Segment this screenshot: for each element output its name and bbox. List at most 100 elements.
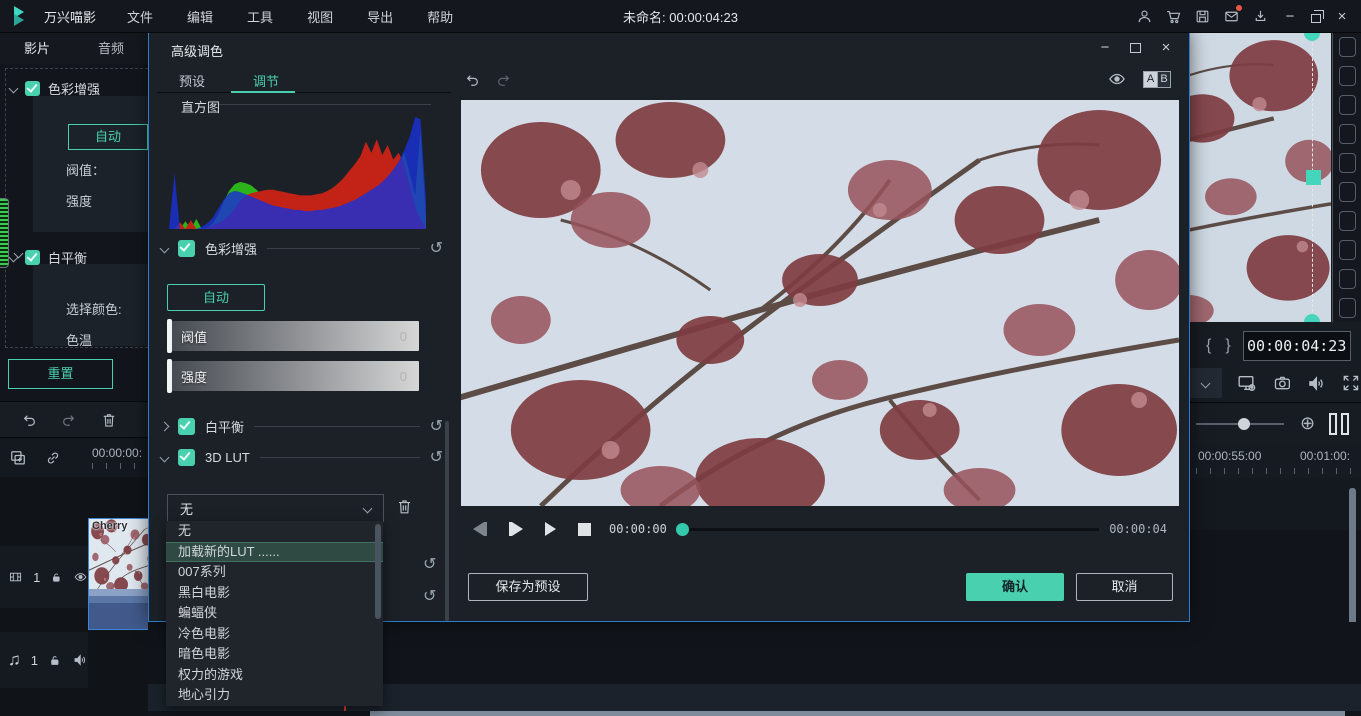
store-cart-icon[interactable] — [1165, 8, 1182, 25]
white-balance-label: 白平衡 — [205, 417, 244, 436]
dialog-minimize-button[interactable]: − — [1096, 39, 1114, 56]
redo-icon[interactable] — [495, 71, 513, 89]
menu-export[interactable]: 导出 — [350, 7, 410, 26]
chevron-right-icon[interactable] — [160, 422, 170, 432]
white-balance-checkbox[interactable] — [25, 250, 40, 265]
reset-icon[interactable]: ↺ — [430, 242, 443, 256]
auto-button[interactable]: 自动 — [167, 284, 265, 311]
left-auto-button[interactable]: 自动 — [68, 124, 148, 150]
speaker-icon[interactable] — [72, 651, 88, 669]
mark-out-icon[interactable]: } — [1225, 337, 1230, 355]
menu-tools[interactable]: 工具 — [230, 7, 290, 26]
color-enhance-checkbox[interactable] — [25, 81, 40, 96]
menu-view[interactable]: 视图 — [290, 7, 350, 26]
zoom-in-icon[interactable]: ⊕ — [1300, 413, 1315, 434]
chevron-down-icon[interactable] — [160, 453, 170, 463]
filmstrip-decoration — [1332, 33, 1361, 322]
mark-in-icon[interactable]: { — [1206, 337, 1211, 355]
tab-video[interactable]: 影片 — [0, 33, 74, 64]
zoom-slider-knob[interactable] — [1238, 418, 1250, 430]
add-clip-icon[interactable] — [8, 448, 28, 468]
timeline-ruler-right[interactable]: 00:00:55:00 00:01:00: — [1190, 444, 1361, 478]
dialog-maximize-button[interactable] — [1130, 43, 1141, 53]
dialog-close-button[interactable]: × — [1157, 39, 1175, 56]
ab-compare-icon[interactable]: AB — [1143, 71, 1171, 88]
messages-icon[interactable] — [1223, 8, 1240, 25]
lut-option[interactable]: 地心引力 — [166, 685, 383, 706]
timecode-display[interactable]: 00:00:04:23 — [1243, 331, 1351, 361]
lut-option-highlighted[interactable]: 加载新的LUT ...... — [166, 542, 383, 563]
lut-checkbox[interactable] — [178, 449, 195, 466]
tab-audio[interactable]: 音频 — [74, 33, 148, 64]
window-close-button[interactable]: × — [1333, 8, 1351, 25]
lut-option[interactable]: 权力的游戏 — [166, 665, 383, 686]
lut-option[interactable]: 暗色电影 — [166, 644, 383, 665]
threshold-slider[interactable]: 阀值 0 — [167, 321, 419, 351]
preview-panel: { } 00:00:04:23 ⊕ 00:00:55:00 00:01:00: — [1190, 33, 1361, 716]
ratio-dropdown[interactable] — [1190, 368, 1222, 398]
account-icon[interactable] — [1136, 8, 1153, 25]
dialog-panel-scrollbar[interactable] — [445, 421, 449, 621]
delete-icon[interactable] — [100, 411, 118, 429]
reset-button[interactable]: 重置 — [8, 359, 113, 389]
tab-adjust[interactable]: 调节 — [253, 71, 279, 98]
undo-icon[interactable] — [20, 411, 38, 429]
chevron-down-icon[interactable] — [160, 244, 170, 254]
undo-icon[interactable] — [463, 71, 481, 89]
redo-icon[interactable] — [60, 411, 78, 429]
preview-video[interactable] — [1190, 33, 1331, 322]
threshold-value: 0 — [400, 329, 407, 344]
fullscreen-icon[interactable] — [1341, 373, 1361, 393]
strength-slider[interactable]: 强度 0 — [167, 361, 419, 391]
lut-option[interactable]: 无 — [166, 521, 383, 542]
audio-track-icon: ♫ — [8, 650, 21, 670]
selection-handle-right[interactable] — [1306, 170, 1321, 185]
timeline-zoom-slider[interactable] — [1196, 423, 1284, 425]
next-frame-button[interactable] — [509, 522, 523, 536]
save-preset-button[interactable]: 保存为预设 — [468, 573, 588, 601]
menu-file[interactable]: 文件 — [110, 7, 170, 26]
window-minimize-button[interactable]: − — [1281, 8, 1299, 25]
timeline-ruler-left[interactable]: 00:00:00: — [92, 446, 148, 469]
confirm-button[interactable]: 确认 — [966, 573, 1064, 601]
menu-edit[interactable]: 编辑 — [170, 7, 230, 26]
lut-dropdown[interactable]: 无 — [167, 494, 384, 522]
link-icon[interactable] — [44, 449, 62, 467]
stop-button[interactable] — [578, 523, 591, 536]
chevron-down-icon[interactable] — [9, 84, 19, 94]
lut-option[interactable]: 蝙蝠侠 — [166, 603, 383, 624]
cancel-button[interactable]: 取消 — [1076, 573, 1173, 601]
reset-icon[interactable]: ↺ — [430, 420, 443, 434]
window-restore-button[interactable] — [1311, 14, 1321, 23]
reset-icon[interactable]: ↺ — [423, 586, 436, 606]
lut-delete-icon[interactable] — [395, 497, 414, 516]
seek-bar[interactable] — [677, 528, 1099, 531]
active-tab-underline — [231, 91, 295, 93]
lock-icon[interactable] — [48, 653, 62, 668]
previous-frame-button[interactable] — [473, 522, 487, 536]
display-settings-icon[interactable] — [1236, 372, 1258, 394]
preview-toggle-eye-icon[interactable] — [1107, 69, 1127, 89]
tab-presets[interactable]: 预设 — [179, 71, 205, 98]
snapshot-icon[interactable] — [1272, 373, 1293, 394]
ruler-ticks — [92, 463, 148, 469]
reset-icon[interactable]: ↺ — [430, 451, 443, 465]
download-icon[interactable] — [1252, 8, 1269, 25]
filmstrip-hole — [1339, 182, 1356, 202]
eye-icon[interactable] — [73, 568, 88, 586]
color-enhance-checkbox[interactable] — [178, 240, 195, 257]
dual-pane-icon[interactable] — [1329, 413, 1349, 435]
save-icon[interactable] — [1194, 8, 1211, 25]
play-button[interactable] — [545, 522, 556, 536]
reset-icon[interactable]: ↺ — [423, 554, 436, 574]
lut-option[interactable]: 007系列 — [166, 562, 383, 583]
horizontal-scrollbar[interactable] — [370, 711, 1345, 716]
menu-help[interactable]: 帮助 — [410, 7, 470, 26]
lock-icon[interactable] — [50, 570, 63, 585]
mute-icon[interactable] — [1306, 373, 1327, 394]
white-balance-checkbox[interactable] — [178, 418, 195, 435]
seek-handle[interactable] — [676, 523, 689, 536]
lut-option[interactable]: 黑白电影 — [166, 583, 383, 604]
lut-option[interactable]: 冷色电影 — [166, 624, 383, 645]
dropdown-scrollbar[interactable] — [375, 524, 381, 619]
